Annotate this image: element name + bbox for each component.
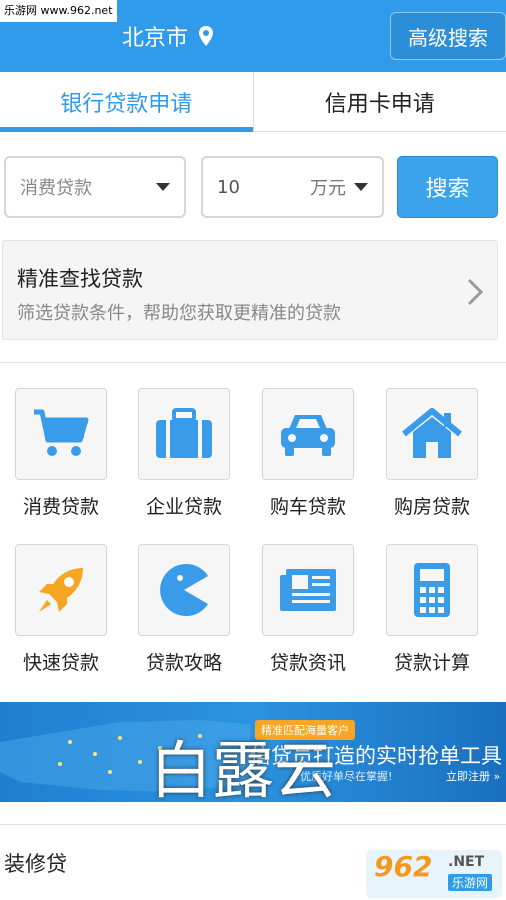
advanced-search-button[interactable]: 高级搜索 — [390, 12, 506, 60]
category-tile — [138, 544, 230, 636]
chevron-right-icon — [467, 278, 484, 306]
city-name: 北京市 — [122, 26, 189, 51]
category-tile — [15, 388, 107, 480]
category-label: 购车贷款 — [269, 496, 346, 518]
location-pin-icon — [199, 26, 214, 46]
banner-register-link[interactable]: 立即注册 » — [446, 768, 500, 784]
loan-type-value: 消费贷款 — [20, 178, 92, 199]
category-tile — [386, 544, 478, 636]
category-tile — [262, 544, 354, 636]
banner-overlay-text: 白露云 — [150, 734, 337, 802]
search-button[interactable]: 搜索 — [397, 156, 498, 218]
house-icon — [402, 408, 462, 458]
category-label: 购房贷款 — [393, 496, 470, 518]
category-business-loan[interactable]: 企业贷款 — [129, 388, 239, 519]
precise-title: 精准查找贷款 — [17, 267, 143, 291]
category-tile — [15, 544, 107, 636]
category-label: 企业贷款 — [145, 496, 222, 518]
divider — [0, 824, 506, 825]
city-selector[interactable]: 北京市 — [122, 20, 214, 52]
category-fast-loan[interactable]: 快速贷款 — [6, 544, 116, 675]
category-consumer-loan[interactable]: 消费贷款 — [6, 388, 116, 519]
pacman-icon — [160, 564, 208, 616]
loan-type-select[interactable]: 消费贷款 — [4, 156, 186, 218]
category-tile — [386, 388, 478, 480]
amount-value: 10 — [217, 176, 240, 198]
calculator-icon — [414, 563, 450, 617]
category-car-loan[interactable]: 购车贷款 — [253, 388, 363, 519]
newspaper-icon — [280, 569, 336, 611]
category-house-loan[interactable]: 购房贷款 — [377, 388, 487, 519]
tab-bar: 银行贷款申请 信用卡申请 — [0, 72, 506, 132]
category-loan-calculator[interactable]: 贷款计算 — [377, 544, 487, 675]
promo-banner[interactable]: 精准匹配海量客户 信贷员打造的实时抢单工具 优质好单尽在掌握! 立即注册 » 白… — [0, 702, 506, 802]
app-header: 乐游网 www.962.net 北京市 高级搜索 — [0, 0, 506, 72]
tab-credit-card[interactable]: 信用卡申请 — [252, 72, 506, 131]
category-tile — [138, 388, 230, 480]
watermark: 乐游网 www.962.net — [0, 0, 117, 22]
dropdown-caret-icon — [156, 183, 170, 191]
logo-number: 962 — [374, 850, 433, 883]
category-label: 快速贷款 — [22, 652, 99, 674]
amount-select[interactable]: 10 万元 — [201, 156, 384, 218]
divider — [0, 362, 506, 363]
logo-cn: 乐游网 — [448, 874, 493, 891]
section-title: 装修贷 — [4, 852, 67, 876]
site-logo-watermark: 962 .NET 乐游网 — [366, 850, 502, 898]
category-label: 消费贷款 — [22, 496, 99, 518]
car-icon — [281, 415, 335, 456]
category-label: 贷款资讯 — [269, 652, 346, 674]
briefcase-icon — [156, 408, 212, 458]
tab-bank-loan[interactable]: 银行贷款申请 — [0, 72, 253, 132]
precise-search-card[interactable]: 精准查找贷款 筛选贷款条件，帮助您获取更精准的贷款 — [2, 240, 498, 340]
rocket-icon — [39, 568, 83, 612]
amount-unit: 万元 — [310, 178, 346, 199]
category-label: 贷款计算 — [393, 652, 470, 674]
category-tile — [262, 388, 354, 480]
dropdown-caret-icon — [354, 183, 368, 191]
logo-net: .NET — [448, 854, 485, 870]
shopping-cart-icon — [34, 409, 89, 456]
category-label: 贷款攻略 — [145, 652, 222, 674]
precise-description: 筛选贷款条件，帮助您获取更精准的贷款 — [17, 303, 341, 324]
category-loan-guide[interactable]: 贷款攻略 — [129, 544, 239, 675]
category-loan-news[interactable]: 贷款资讯 — [253, 544, 363, 675]
